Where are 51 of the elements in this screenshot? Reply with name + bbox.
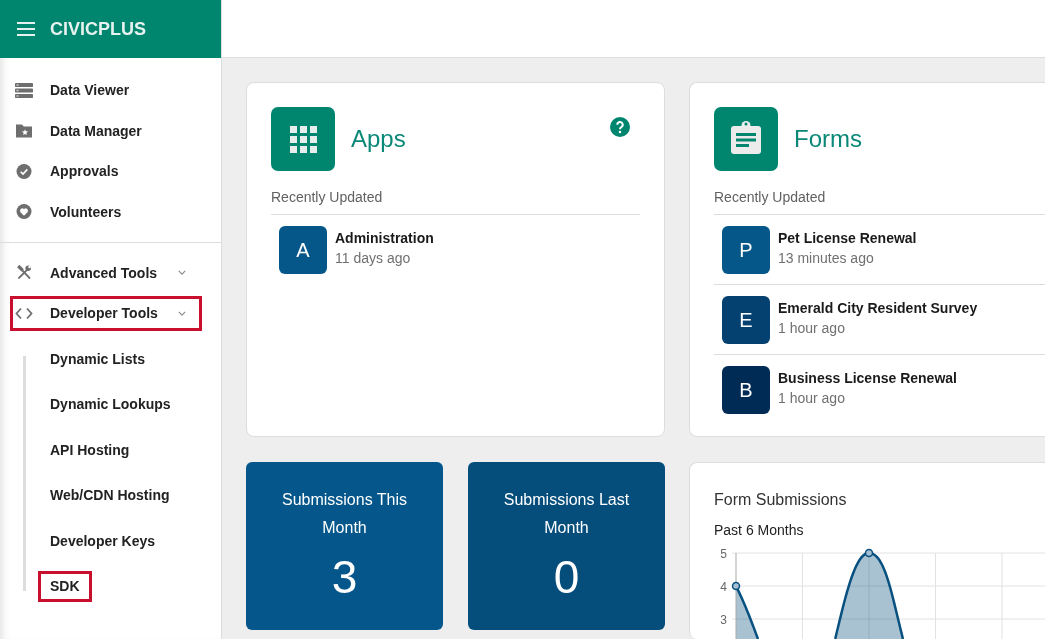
item-title[interactable]: Pet License Renewal (778, 228, 917, 248)
sidebar-subitem[interactable]: Web/CDN Hosting (38, 479, 182, 511)
chevron-down-icon (178, 310, 186, 316)
menu-icon[interactable] (17, 22, 35, 36)
data-point (864, 548, 874, 558)
chart-card-title: Form Submissions (714, 490, 848, 510)
folder-star-icon (15, 123, 33, 138)
sidebar-subitem[interactable]: Developer Keys (38, 525, 168, 557)
item-title[interactable]: Emerald City Resident Survey (778, 298, 978, 318)
y-axis-label: 4 (720, 579, 727, 594)
avatar: P (722, 226, 770, 274)
code-brackets-icon (15, 305, 33, 321)
stat-value: 3 (330, 552, 359, 602)
item-timestamp: 11 days ago (335, 249, 412, 268)
stat-value: 0 (552, 552, 581, 602)
sidebar-item[interactable]: Developer Tools (10, 295, 202, 331)
item-timestamp: 1 hour ago (778, 319, 846, 338)
stat-label: Submissions This Month (280, 490, 409, 538)
sidebar-subitem[interactable]: Dynamic Lookups (38, 388, 183, 420)
sidebar-item[interactable]: Data Manager (10, 113, 202, 148)
sidebar-item[interactable]: Volunteers (10, 194, 202, 229)
section-label: Recently Updated (714, 188, 1045, 215)
sidebar-subitem[interactable]: SDK (38, 570, 92, 602)
help-icon[interactable] (610, 117, 630, 137)
section-label: Recently Updated (271, 188, 640, 215)
card-title: Forms (794, 125, 862, 153)
chart-title: Past 6 Months (714, 521, 805, 540)
avatar: B (722, 366, 770, 414)
list-icon (15, 82, 33, 98)
tools-icon (15, 265, 33, 280)
sidebar-subitem[interactable]: Dynamic Lists (38, 343, 157, 375)
sidebar-subitem[interactable]: API Hosting (38, 434, 142, 466)
card-title: Apps (351, 125, 406, 153)
y-axis-label: 5 (720, 546, 727, 561)
sidebar-item[interactable]: Approvals (10, 153, 202, 189)
item-title[interactable]: Administration (335, 228, 434, 248)
stat-label: Submissions Last Month (502, 490, 631, 538)
chevron-down-icon (178, 270, 186, 275)
grid-icon (271, 107, 335, 171)
data-point (731, 581, 741, 591)
clipboard-icon (714, 107, 778, 171)
item-timestamp: 13 minutes ago (778, 249, 875, 268)
check-circle-icon (15, 163, 33, 179)
item-title[interactable]: Business License Renewal (778, 368, 957, 388)
avatar: A (279, 226, 327, 274)
avatar: E (722, 296, 770, 344)
item-timestamp: 1 hour ago (778, 389, 846, 408)
app-title: CIVICPLUS (50, 18, 146, 40)
y-axis-label: 3 (720, 612, 727, 627)
sidebar-item[interactable]: Advanced Tools (10, 255, 202, 290)
sidebar-item[interactable]: Data Viewer (10, 72, 202, 108)
